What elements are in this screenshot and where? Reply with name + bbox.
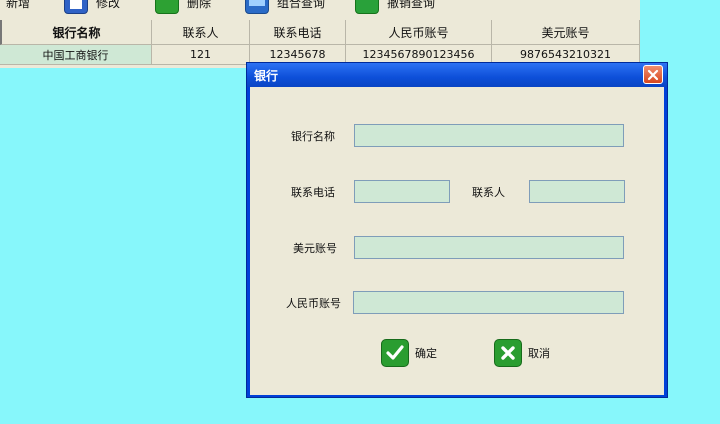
cancel-button[interactable]: 取消 xyxy=(494,339,550,367)
add-label: 新增 xyxy=(6,0,31,10)
grid-header-row: 银行名称 联系人 联系电话 人民币账号 美元账号 xyxy=(0,20,640,45)
bank-dialog: 银行 银行名称 联系电话 联系人 美元账号 人民币账号 确定 取消 xyxy=(246,62,668,398)
cancel-x-icon xyxy=(494,339,522,367)
bank-name-label: 银行名称 xyxy=(291,130,335,143)
undo-query-icon xyxy=(355,0,379,14)
cancel-label: 取消 xyxy=(528,347,550,360)
usd-account-label: 美元账号 xyxy=(293,242,337,255)
close-icon xyxy=(647,69,659,80)
table-cell-contact[interactable]: 121 xyxy=(152,45,250,65)
table-cell-bank-name[interactable]: 中国工商银行 xyxy=(0,45,152,65)
phone-label: 联系电话 xyxy=(291,186,335,199)
delete-label: 删除 xyxy=(187,0,212,10)
usd-account-field[interactable] xyxy=(354,236,624,259)
combined-query-label: 组合查询 xyxy=(277,0,326,10)
combined-query-icon xyxy=(245,0,269,14)
column-header-bank-name[interactable]: 银行名称 xyxy=(0,20,152,45)
ok-button[interactable]: 确定 xyxy=(381,339,437,367)
dialog-body: 银行名称 联系电话 联系人 美元账号 人民币账号 确定 取消 xyxy=(250,87,664,395)
column-header-phone[interactable]: 联系电话 xyxy=(250,20,346,45)
delete-button[interactable]: 删除 xyxy=(155,0,211,14)
contact-label: 联系人 xyxy=(472,186,505,199)
combined-query-button[interactable]: 组合查询 xyxy=(245,0,325,14)
bank-grid[interactable]: 银行名称 联系人 联系电话 人民币账号 美元账号 中国工商银行 121 1234… xyxy=(0,20,640,68)
undo-query-label: 撤销查询 xyxy=(387,0,436,10)
bank-name-field[interactable] xyxy=(354,124,624,147)
column-header-usd-account[interactable]: 美元账号 xyxy=(492,20,640,45)
column-header-contact[interactable]: 联系人 xyxy=(152,20,250,45)
checkmark-icon xyxy=(381,339,409,367)
dialog-titlebar[interactable]: 银行 xyxy=(247,63,667,87)
edit-button[interactable]: 修改 xyxy=(64,0,120,14)
delete-icon xyxy=(155,0,179,14)
phone-field[interactable] xyxy=(354,180,450,203)
contact-field[interactable] xyxy=(529,180,625,203)
rmb-account-label: 人民币账号 xyxy=(286,297,341,310)
close-button[interactable] xyxy=(643,65,663,84)
ok-label: 确定 xyxy=(415,347,437,360)
edit-label: 修改 xyxy=(96,0,121,10)
column-header-rmb-account[interactable]: 人民币账号 xyxy=(346,20,492,45)
toolbar: 新增 修改 删除 组合查询 撤销查询 xyxy=(0,0,640,20)
dialog-title: 银行 xyxy=(254,68,279,83)
add-button[interactable]: 新增 xyxy=(6,0,30,14)
edit-icon xyxy=(64,0,88,14)
undo-query-button[interactable]: 撤销查询 xyxy=(355,0,435,14)
rmb-account-field[interactable] xyxy=(353,291,624,314)
